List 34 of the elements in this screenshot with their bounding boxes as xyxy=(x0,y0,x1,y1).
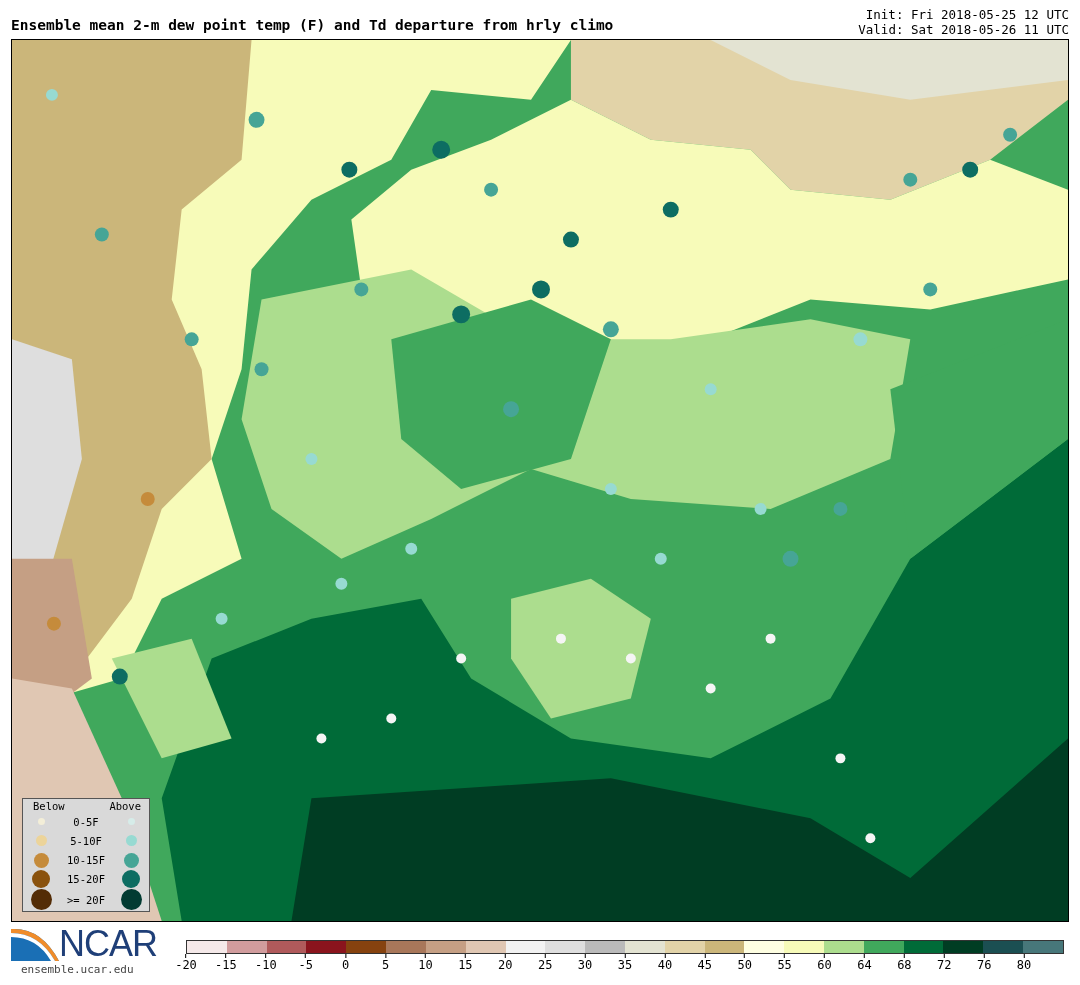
tick-label: 64 xyxy=(857,958,872,972)
init-time: Init: Fri 2018-05-25 12 UTC xyxy=(865,7,1069,22)
legend-label: >= 20F xyxy=(66,893,106,906)
tick-label: -20 xyxy=(175,958,197,972)
tick-label: 60 xyxy=(817,958,832,972)
legend-heading: Below xyxy=(33,800,65,812)
tick-label: 40 xyxy=(657,958,673,972)
logo-wordmark: NCAR xyxy=(59,926,157,962)
tick-label: 76 xyxy=(976,958,992,972)
legend-label: 10-15F xyxy=(66,854,106,867)
legend-label: 5-10F xyxy=(69,834,103,847)
tick-label: 55 xyxy=(777,958,792,972)
tick-label: 72 xyxy=(937,958,952,972)
tick-label: 20 xyxy=(498,958,513,972)
site-url: ensemble.ucar.edu xyxy=(21,963,135,976)
tick-label: 50 xyxy=(737,958,752,972)
tick-label: -10 xyxy=(254,958,277,972)
tick-label: 15 xyxy=(458,958,473,972)
tick-label: 5 xyxy=(381,958,390,972)
tick-label: 10 xyxy=(418,958,433,972)
chart-title: Ensemble mean 2-m dew point temp (F) and Td departure from hrly climo xyxy=(11,17,614,35)
tick-label: -5 xyxy=(298,958,313,972)
tick-label: 25 xyxy=(537,958,553,972)
tick-label: 35 xyxy=(617,958,633,972)
tick-label: 0 xyxy=(342,958,350,972)
legend-heading: Above xyxy=(109,800,141,812)
legend-label: 15-20F xyxy=(66,873,106,886)
tick-label: 80 xyxy=(1016,958,1032,972)
tick-label: 30 xyxy=(577,958,593,972)
valid-time: Valid: Sat 2018-05-26 11 UTC xyxy=(858,22,1069,37)
tick-label: 68 xyxy=(897,958,912,972)
legend-label: 0-5F xyxy=(72,815,100,828)
tick-label: -15 xyxy=(215,958,237,972)
tick-label: 45 xyxy=(697,958,713,972)
